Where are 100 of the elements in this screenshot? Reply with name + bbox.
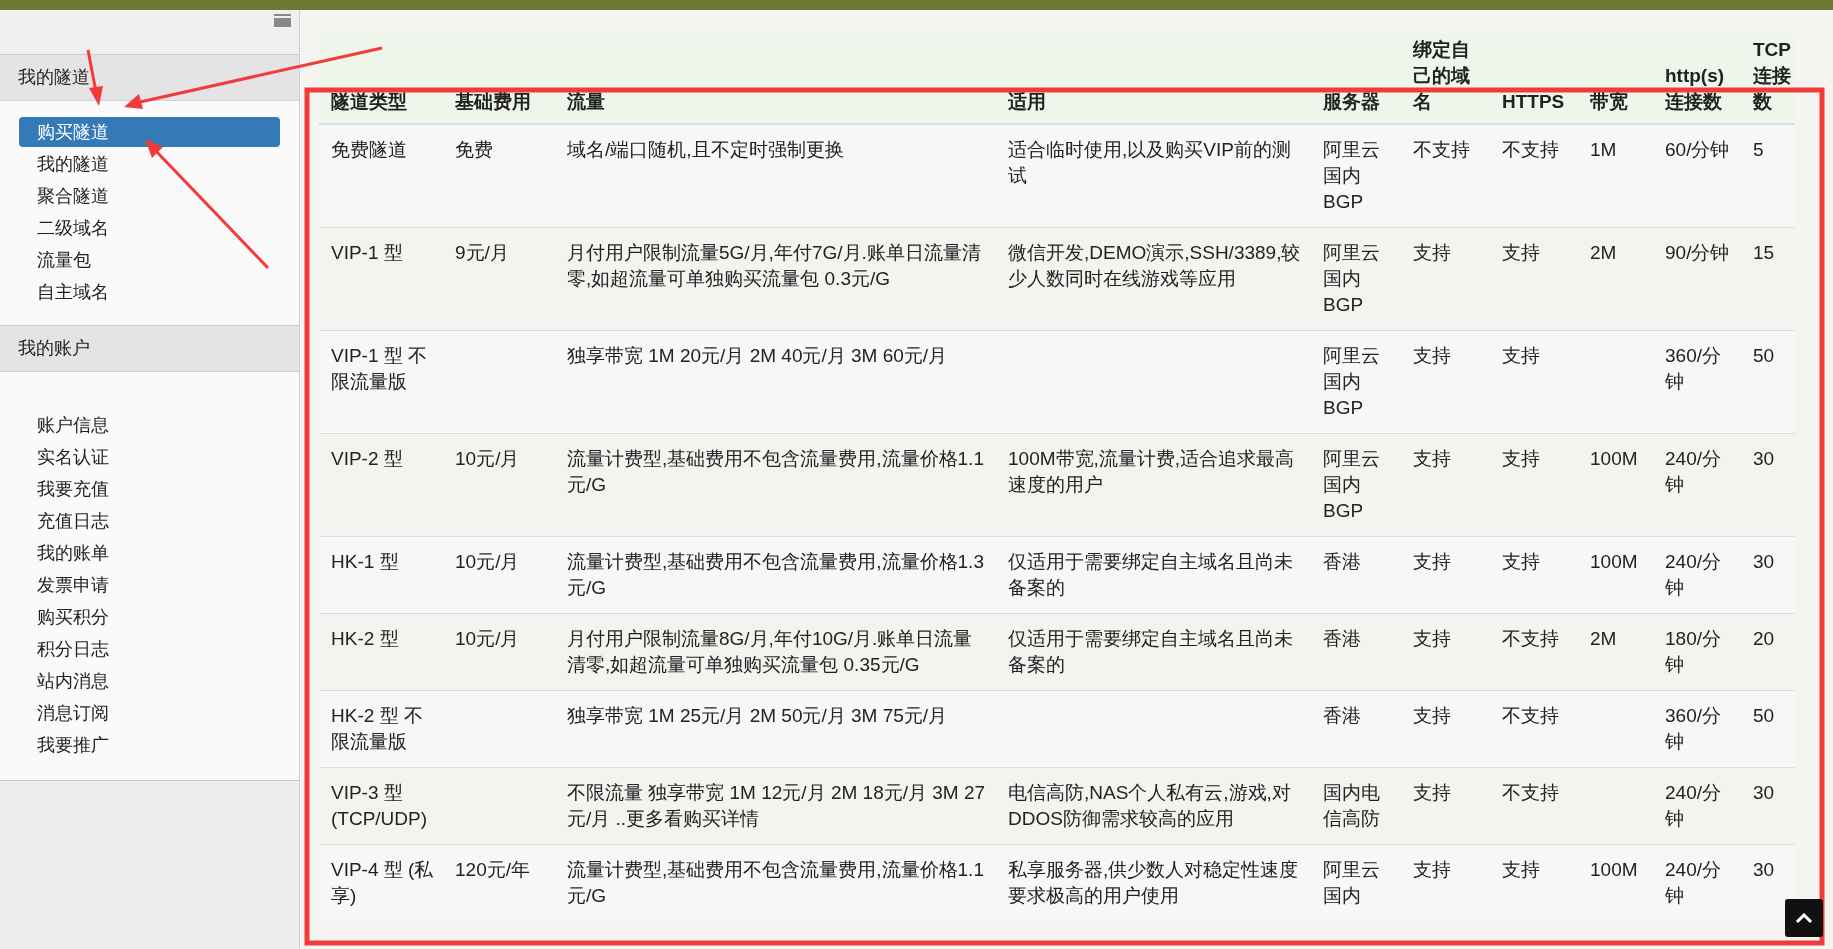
table-cell: 阿里云国内	[1323, 859, 1380, 906]
table-cell: 20	[1753, 628, 1775, 649]
table-cell: 阿里云国内BGP	[1323, 139, 1380, 212]
table-cell: 50	[1753, 705, 1775, 726]
table-cell: 240/分钟	[1665, 782, 1721, 829]
column-header: 带宽	[1578, 33, 1653, 124]
column-header: 基础费用	[443, 33, 555, 124]
table-cell: 120元/年	[455, 859, 530, 880]
table-cell: 9元/月	[455, 242, 509, 263]
sidebar-item[interactable]: 购买隧道	[19, 117, 280, 147]
table-cell: 国内电信高防	[1323, 782, 1380, 829]
sidebar-item[interactable]: 二级域名	[19, 213, 280, 243]
table-cell: 香港	[1323, 551, 1361, 572]
table-cell: 支持	[1413, 242, 1451, 263]
table-cell: 流量计费型,基础费用不包含流量费用,流量价格1.3元/G	[567, 551, 984, 598]
table-cell: 免费	[455, 139, 493, 160]
sidebar-item[interactable]: 购买积分	[19, 602, 280, 632]
sidebar-item[interactable]: 自主域名	[19, 277, 280, 307]
sidebar-item[interactable]: 站内消息	[19, 666, 280, 696]
table-cell: 支持	[1413, 628, 1451, 649]
table-cell: 10元/月	[455, 551, 520, 572]
column-header: 适用	[996, 33, 1311, 124]
table-cell: HK-1 型	[331, 551, 399, 572]
sidebar-item[interactable]: 充值日志	[19, 506, 280, 536]
table-cell: 50	[1753, 345, 1775, 366]
table-cell: 15	[1753, 242, 1775, 263]
table-cell: VIP-3 型 (TCP/UDP)	[331, 782, 428, 829]
sidebar-item[interactable]: 聚合隧道	[19, 181, 280, 211]
sidebar-item[interactable]: 实名认证	[19, 442, 280, 472]
table-cell: VIP-2 型	[331, 448, 403, 469]
table-cell: 100M	[1590, 448, 1638, 469]
scroll-top-button[interactable]	[1785, 899, 1823, 937]
sidebar-item[interactable]: 账户信息	[19, 410, 280, 440]
sidebar-item[interactable]: 我要充值	[19, 474, 280, 504]
menu-icon[interactable]	[274, 14, 291, 27]
table-cell: VIP-4 型 (私享)	[331, 859, 434, 906]
sidebar-item[interactable]: 流量包	[19, 245, 280, 275]
table-cell: 私享服务器,供少数人对稳定性速度要求极高的用户使用	[1008, 859, 1299, 906]
table-cell: 电信高防,NAS个人私有云,游戏,对DDOS防御需求较高的应用	[1008, 782, 1291, 829]
sidebar-item[interactable]: 消息订阅	[19, 698, 280, 728]
table-cell: HK-2 型	[331, 628, 399, 649]
table-cell: 90/分钟	[1665, 242, 1730, 263]
section-header: 我的隧道	[0, 55, 299, 101]
table-cell: 2M	[1590, 628, 1617, 649]
table-cell: 30	[1753, 782, 1775, 803]
table-cell: 不支持	[1502, 705, 1559, 726]
table-cell: 月付用户限制流量8G/月,年付10G/月.账单日流量清零,如超流量可单独购买流量包 0.35元/G	[567, 628, 973, 675]
sidebar-item[interactable]: 我的隧道	[19, 149, 280, 179]
table-cell: 流量计费型,基础费用不包含流量费用,流量价格1.1元/G	[567, 859, 984, 906]
table-cell: 60/分钟	[1665, 139, 1730, 160]
sidebar-item[interactable]: 发票申请	[19, 570, 280, 600]
table-cell: 支持	[1413, 345, 1451, 366]
table-cell: 2M	[1590, 242, 1617, 263]
table-cell: 240/分钟	[1665, 448, 1721, 495]
table-cell: 30	[1753, 859, 1775, 880]
table-cell: 仅适用于需要绑定自主域名且尚未备案的	[1008, 628, 1293, 675]
table-cell: 支持	[1413, 782, 1451, 803]
column-header: 服务器	[1311, 33, 1401, 124]
table-cell: 支持	[1413, 551, 1451, 572]
table-cell: 240/分钟	[1665, 859, 1721, 906]
table-cell: 不支持	[1502, 628, 1559, 649]
sidebar-item[interactable]: 我要推广	[19, 730, 280, 760]
table-cell: 流量计费型,基础费用不包含流量费用,流量价格1.1元/G	[567, 448, 984, 495]
sidebar-item[interactable]: 积分日志	[19, 634, 280, 664]
table-cell: 180/分钟	[1665, 628, 1721, 675]
sidebar-item[interactable]: 我的账单	[19, 538, 280, 568]
table-cell: 支持	[1502, 242, 1540, 263]
table-cell: 支持	[1413, 859, 1451, 880]
table-cell: 域名/端口随机,且不定时强制更换	[567, 139, 844, 160]
table-cell: 适合临时使用,以及购买VIP前的测试	[1008, 139, 1291, 186]
table-cell: 阿里云国内BGP	[1323, 448, 1380, 521]
table-cell: 不支持	[1502, 139, 1559, 160]
table-cell: 阿里云国内BGP	[1323, 242, 1380, 315]
column-header: HTTPS	[1490, 33, 1578, 124]
table-cell: VIP-1 型 不限流量版	[331, 345, 428, 392]
table-cell: 100M	[1590, 859, 1638, 880]
table-cell: 360/分钟	[1665, 345, 1721, 392]
section-header: 我的账户	[0, 326, 299, 372]
table-cell: 香港	[1323, 705, 1361, 726]
table-cell: 支持	[1502, 345, 1540, 366]
column-header: 绑定自己的域名	[1401, 33, 1490, 124]
table-cell: 香港	[1323, 628, 1361, 649]
table-cell: 5	[1753, 139, 1764, 160]
column-header: 流量	[555, 33, 996, 124]
table-cell: 不支持	[1413, 139, 1470, 160]
table-cell: 微信开发,DEMO演示,SSH/3389,较少人数同时在线游戏等应用	[1008, 242, 1301, 289]
table-cell: 独享带宽 1M 25元/月 2M 50元/月 3M 75元/月	[567, 705, 948, 726]
table-cell: 支持	[1413, 705, 1451, 726]
table-cell: 支持	[1502, 859, 1540, 880]
table-cell: 免费隧道	[331, 139, 407, 160]
column-header: http(s)连接数	[1653, 33, 1741, 124]
table-cell: 1M	[1590, 139, 1617, 160]
table-cell: 100M	[1590, 551, 1638, 572]
table-cell: 100M带宽,流量计费,适合追求最高速度的用户	[1008, 448, 1295, 495]
table-cell: 阿里云国内BGP	[1323, 345, 1380, 418]
table-cell: 30	[1753, 448, 1775, 469]
table-cell: 仅适用于需要绑定自主域名且尚未备案的	[1008, 551, 1293, 598]
column-header: TCP连接数	[1741, 33, 1795, 124]
column-header: 隧道类型	[319, 33, 443, 124]
table-cell: 30	[1753, 551, 1775, 572]
